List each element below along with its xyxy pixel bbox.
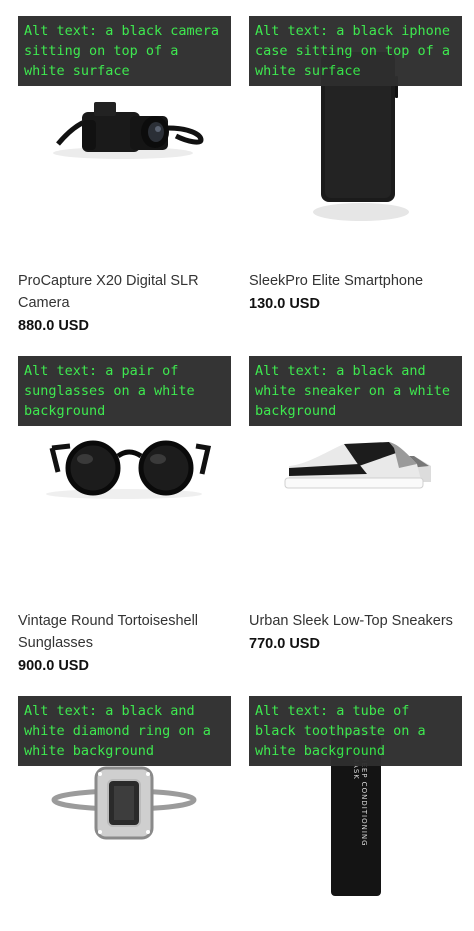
image-alt-text: Alt text: a black and white sneaker on a… [249,356,462,426]
product-image-frame[interactable]: DEEP CONDITIONING MASK Alt text: a tube … [249,696,462,931]
product-price: 880.0 USD [18,318,89,334]
product-image-frame[interactable]: Alt text: a black and white diamond ring… [18,696,231,931]
image-alt-text: Alt text: a black and white diamond ring… [18,696,231,766]
product-image-frame[interactable]: Alt text: a black camera sitting on top … [18,16,231,251]
product-card[interactable]: Alt text: a black camera sitting on top … [18,16,231,337]
product-title[interactable]: Vintage Round Tortoiseshell Sunglasses [18,610,231,654]
product-grid: Alt text: a black camera sitting on top … [0,0,474,931]
product-card[interactable]: Alt text: a black and white diamond ring… [18,696,231,931]
product-price: 900.0 USD [18,658,89,674]
product-price: 770.0 USD [249,636,320,652]
product-title[interactable]: ProCapture X20 Digital SLR Camera [18,270,231,314]
product-title[interactable]: SleekPro Elite Smartphone [249,270,462,292]
product-card[interactable]: Alt text: a pair of sunglasses on a whit… [18,356,231,677]
image-alt-text: Alt text: a pair of sunglasses on a whit… [18,356,231,426]
product-price: 130.0 USD [249,296,320,312]
tube-label: DEEP CONDITIONING MASK [352,756,368,847]
product-title[interactable]: Urban Sleek Low-Top Sneakers [249,610,462,632]
image-alt-text: Alt text: a tube of black toothpaste on … [249,696,462,766]
product-card[interactable]: DEEP CONDITIONING MASK Alt text: a tube … [249,696,462,931]
product-image-frame[interactable]: Alt text: a pair of sunglasses on a whit… [18,356,231,591]
product-image-frame[interactable]: Alt text: a black and white sneaker on a… [249,356,462,591]
image-alt-text: Alt text: a black camera sitting on top … [18,16,231,86]
product-image-frame[interactable]: Alt text: a black iphone case sitting on… [249,16,462,251]
image-alt-text: Alt text: a black iphone case sitting on… [249,16,462,86]
product-card[interactable]: Alt text: a black and white sneaker on a… [249,356,462,655]
product-card[interactable]: Alt text: a black iphone case sitting on… [249,16,462,315]
